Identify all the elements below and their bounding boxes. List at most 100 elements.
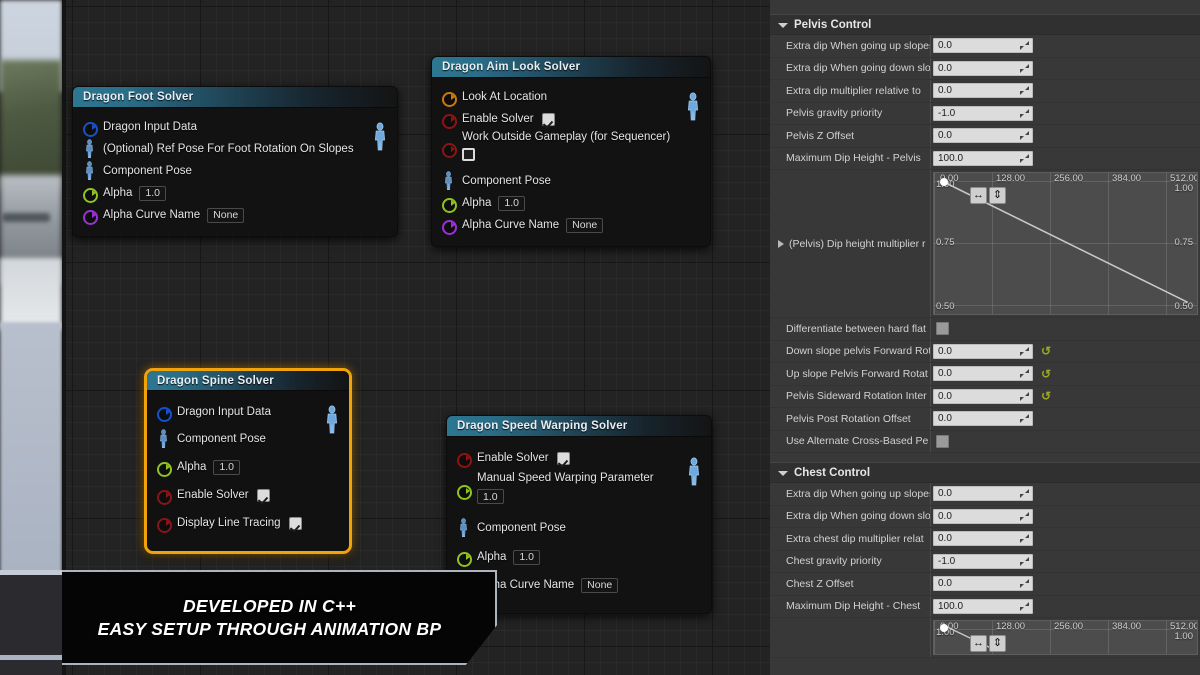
detail-control[interactable] — [931, 318, 1200, 340]
node-header[interactable]: Dragon Foot Solver — [73, 87, 397, 108]
curve-fit-buttons[interactable]: ↔ ⇕ — [970, 635, 1006, 652]
node-header[interactable]: Dragon Speed Warping Solver — [447, 416, 711, 437]
spinner-icon[interactable] — [1020, 391, 1029, 401]
pin-icon-pose[interactable] — [442, 171, 455, 191]
alpha-curve-name-field[interactable]: None — [581, 577, 619, 593]
pin-row[interactable]: Enable Solver — [147, 481, 349, 509]
pin-icon-pose[interactable] — [83, 161, 96, 181]
alpha-value-field[interactable]: 1.0 — [498, 195, 526, 211]
detail-row[interactable]: Pelvis Z Offset 0.0 — [770, 125, 1200, 148]
numeric-field[interactable]: 0.0 — [933, 388, 1033, 404]
fit-vertical-icon[interactable]: ⇕ — [989, 635, 1006, 652]
pin-row[interactable]: Alpha 1.0 — [432, 192, 710, 214]
collapse-triangle-icon[interactable] — [778, 23, 788, 28]
numeric-field[interactable]: 100.0 — [933, 598, 1033, 614]
node-dragon-spine-solver[interactable]: Dragon Spine Solver Dragon Input Data Co… — [144, 368, 352, 554]
spinner-icon[interactable] — [1020, 153, 1029, 163]
spinner-icon[interactable] — [1020, 369, 1029, 379]
numeric-field[interactable]: 100.0 — [933, 150, 1033, 166]
revert-icon[interactable]: ↺ — [1041, 345, 1051, 357]
node-dragon-aim-look-solver[interactable]: Dragon Aim Look Solver Look At Location … — [431, 56, 711, 247]
manual-speed-warping-field[interactable]: 1.0 — [477, 489, 504, 504]
pin-row[interactable]: Alpha 1.0 — [73, 182, 397, 204]
fit-vertical-icon[interactable]: ⇕ — [989, 187, 1006, 204]
revert-icon[interactable]: ↺ — [1041, 368, 1051, 380]
pin-row[interactable]: Alpha Curve Name None — [73, 204, 397, 226]
detail-row[interactable]: Extra dip multiplier relative to 0.0 — [770, 80, 1200, 103]
section-header-pelvis-control[interactable]: Pelvis Control — [770, 14, 1200, 35]
detail-row[interactable]: Down slope pelvis Forward Rot 0.0 ↺ — [770, 340, 1200, 363]
detail-control[interactable]: 0.0 — [931, 573, 1200, 595]
numeric-field[interactable]: 0.0 — [933, 366, 1033, 382]
pin-row[interactable]: Component Pose — [447, 513, 711, 543]
pin-icon-look-at-location[interactable] — [442, 91, 457, 107]
detail-control[interactable]: 0.0 — [931, 125, 1200, 147]
numeric-field[interactable]: 0.0 — [933, 411, 1033, 427]
spinner-icon[interactable] — [1020, 63, 1029, 73]
details-panel[interactable]: Overall Post Solved Offset X0.0 Y0.0 — [770, 0, 1200, 675]
detail-control[interactable]: 0.0 — [931, 58, 1200, 80]
detail-row[interactable]: Use Alternate Cross-Based Pe — [770, 430, 1200, 453]
alpha-curve-name-field[interactable]: None — [207, 207, 245, 223]
detail-row[interactable]: Maximum Dip Height - Chest 100.0 — [770, 595, 1200, 618]
detail-row[interactable]: Extra dip When going up slopes 0.0 — [770, 35, 1200, 58]
spinner-icon[interactable] — [1020, 601, 1029, 611]
detail-row[interactable]: Extra dip When going up slopes 0.0 — [770, 483, 1200, 506]
pin-icon-alpha[interactable] — [457, 551, 472, 567]
display-line-tracing-checkbox[interactable] — [288, 516, 302, 530]
detail-control[interactable]: 0.0 ↺ — [931, 386, 1200, 408]
node-header[interactable]: Dragon Spine Solver — [147, 371, 349, 391]
alpha-value-field[interactable]: 1.0 — [513, 549, 541, 565]
pin-icon-dragon-input-data[interactable] — [83, 121, 98, 137]
pin-icon-alpha[interactable] — [157, 461, 172, 477]
pin-row[interactable]: Component Pose — [73, 160, 397, 182]
spinner-icon[interactable] — [1020, 534, 1029, 544]
detail-control[interactable]: 0.0 ↺ — [931, 341, 1200, 363]
numeric-field[interactable]: 0.0 — [933, 38, 1033, 54]
spinner-icon[interactable] — [1020, 511, 1029, 521]
spinner-icon[interactable] — [1020, 41, 1029, 51]
detail-control[interactable]: -1.0 — [931, 103, 1200, 125]
detail-row[interactable]: Chest gravity priority -1.0 — [770, 550, 1200, 573]
pin-row[interactable]: Component Pose — [147, 425, 349, 453]
detail-control[interactable]: 0.0 — [931, 528, 1200, 550]
collapse-triangle-icon[interactable] — [778, 471, 788, 476]
numeric-field[interactable]: 0.0 — [933, 128, 1033, 144]
pin-icon-pose[interactable] — [157, 429, 170, 449]
numeric-field[interactable]: 0.0 — [933, 60, 1033, 76]
pin-row[interactable]: Manual Speed Warping Parameter 1.0 — [447, 471, 711, 513]
node-header[interactable]: Dragon Aim Look Solver — [432, 57, 710, 78]
detail-control[interactable] — [931, 431, 1200, 453]
numeric-field[interactable]: 0.0 — [933, 343, 1033, 359]
spinner-icon[interactable] — [1020, 556, 1029, 566]
enable-solver-checkbox[interactable] — [256, 488, 270, 502]
spinner-icon[interactable] — [1020, 579, 1029, 589]
checkbox[interactable] — [936, 434, 949, 448]
curve-key-start[interactable] — [940, 624, 948, 632]
work-outside-gameplay-checkbox[interactable] — [462, 148, 475, 161]
pin-row[interactable]: Component Pose — [432, 170, 710, 192]
spinner-icon[interactable] — [1020, 131, 1029, 141]
pin-row[interactable]: Dragon Input Data — [73, 116, 397, 138]
pin-icon-alpha[interactable] — [442, 197, 457, 213]
detail-row[interactable]: Extra dip When going down slo 0.0 — [770, 57, 1200, 80]
curve-key-start[interactable] — [940, 178, 948, 186]
alpha-value-field[interactable]: 1.0 — [139, 185, 167, 201]
enable-solver-checkbox[interactable] — [541, 112, 555, 126]
pin-icon-enable-solver[interactable] — [457, 452, 472, 468]
pin-icon-dragon-input-data[interactable] — [157, 406, 172, 422]
detail-control[interactable]: 0.0 — [931, 35, 1200, 57]
numeric-field[interactable]: -1.0 — [933, 105, 1033, 121]
numeric-field[interactable]: 0.0 — [933, 83, 1033, 99]
pin-icon-enable-solver[interactable] — [442, 113, 457, 129]
numeric-field[interactable]: 0.0 — [933, 531, 1033, 547]
alpha-value-field[interactable]: 1.0 — [213, 459, 241, 475]
detail-row[interactable]: Up slope Pelvis Forward Rotat 0.0 ↺ — [770, 363, 1200, 386]
pin-icon-pose[interactable] — [457, 518, 470, 538]
curve-label-wrap[interactable]: (Pelvis) Dip height multiplier r — [770, 170, 930, 317]
spinner-icon[interactable] — [1020, 86, 1029, 96]
pin-icon-enable-solver[interactable] — [157, 489, 172, 505]
pin-icon-alpha[interactable] — [83, 187, 98, 203]
pin-row[interactable]: Alpha 1.0 — [147, 453, 349, 481]
pin-row[interactable]: Alpha 1.0 — [447, 543, 711, 571]
